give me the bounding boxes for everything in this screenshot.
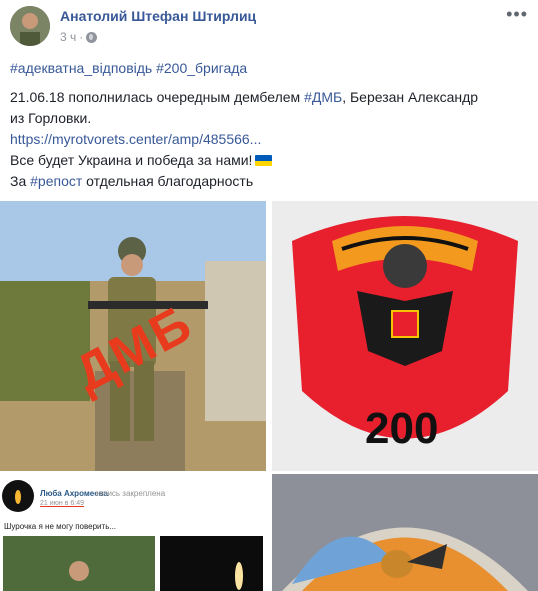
photo-badge[interactable]: 200 <box>272 201 538 471</box>
post-meta: 3 ч · <box>60 30 98 44</box>
badge-number: 200 <box>365 404 439 453</box>
photo-grid: ДМБ 200 Люба Ахромеева запись закреплена… <box>0 201 538 591</box>
globe-icon <box>86 31 98 43</box>
hashtag-dmb[interactable]: #ДМБ <box>304 89 342 105</box>
ukraine-flag-icon <box>255 155 273 166</box>
meta-separator: · <box>79 30 84 44</box>
vk-pinned-label: запись закреплена <box>95 489 166 498</box>
hashtag-repost[interactable]: #репост <box>30 173 82 189</box>
external-link[interactable]: https://myrotvorets.center/amp/485566... <box>10 131 261 147</box>
author-avatar[interactable] <box>10 6 50 46</box>
hashtags[interactable]: #адекватна_відповідь #200_бригада <box>10 60 247 76</box>
photo-patch[interactable] <box>272 474 538 591</box>
text-line5-suffix: отдельная благодарность <box>82 173 254 189</box>
text-line5-prefix: За <box>10 173 31 189</box>
text-line1-suffix: , Березан Александр <box>342 89 479 105</box>
candle-avatar-icon <box>2 480 34 512</box>
post-text: #адекватна_відповідь #200_бригада 21.06.… <box>10 58 530 192</box>
vk-post-text: Шурочка я не могу поверить... <box>4 522 117 531</box>
text-line4: Все будет Украина и победа за нами! <box>10 152 253 168</box>
text-line1-prefix: 21.06.18 пополнилась очередным дембелем <box>10 89 305 105</box>
photo-soldier[interactable]: ДМБ <box>0 201 266 471</box>
vk-date: 21 июн в 6:49 <box>40 500 84 507</box>
post-time[interactable]: 3 ч <box>60 30 76 44</box>
vk-photos <box>3 536 263 591</box>
author-name[interactable]: Анатолий Штефан Штирлиц <box>60 8 256 24</box>
more-options-icon[interactable]: ••• <box>506 4 528 25</box>
post-header: Анатолий Штефан Штирлиц 3 ч · ••• <box>0 0 538 55</box>
photo-vk-screenshot[interactable]: Люба Ахромеева запись закреплена 21 июн … <box>0 474 266 591</box>
text-line2: из Горловки. <box>10 110 92 126</box>
